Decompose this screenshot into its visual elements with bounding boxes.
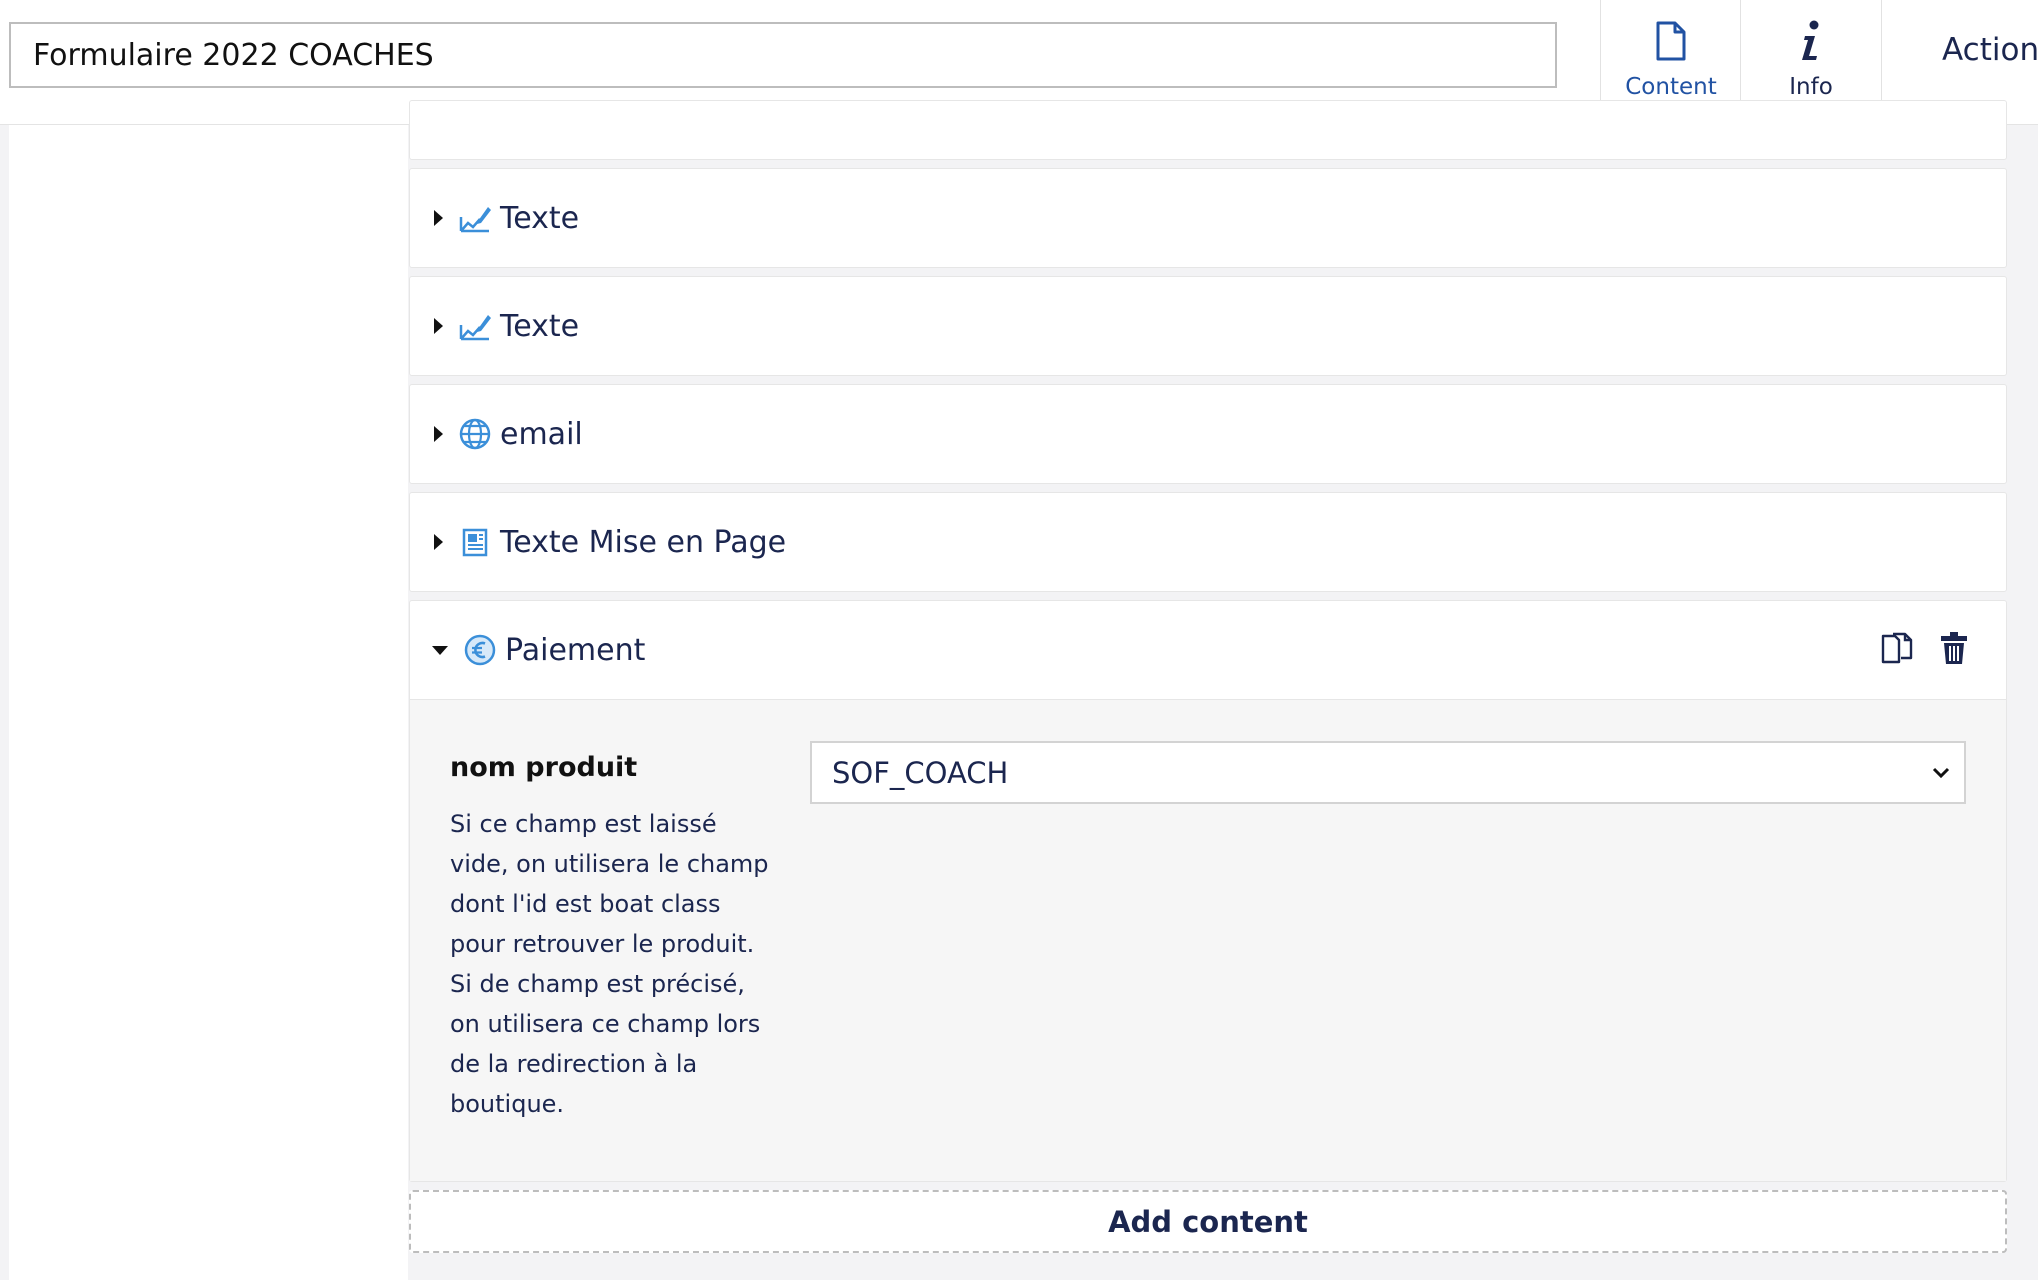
caret-down-icon[interactable]	[432, 645, 448, 655]
block-tools	[1880, 601, 1968, 699]
property-description: Si ce champ est laissé vide, on utiliser…	[450, 810, 769, 1118]
copy-icon[interactable]	[1880, 631, 1914, 669]
product-select[interactable]: SOF_COACH	[810, 741, 1966, 804]
content-block-expanded[interactable]: Paiement nom produit Si ce champ est lai…	[409, 600, 2007, 1182]
block-header[interactable]: Texte Mise en Page	[410, 493, 2006, 591]
block-title: Texte	[500, 200, 580, 236]
block-title: Texte	[500, 308, 580, 344]
block-title: Paiement	[505, 632, 646, 668]
content-block[interactable]: email	[409, 384, 2007, 484]
actions-menu[interactable]: Actions	[1942, 32, 2038, 68]
block-header[interactable]: Texte	[410, 169, 2006, 267]
left-panel	[9, 125, 408, 1280]
layout-icon	[458, 525, 492, 559]
block-header[interactable]: Paiement	[410, 601, 2006, 699]
document-name-input[interactable]	[9, 22, 1557, 88]
caret-right-icon[interactable]	[434, 534, 443, 550]
block-title: email	[500, 416, 583, 452]
content-block-partial	[409, 100, 2007, 160]
app-tab-content-label: Content	[1625, 74, 1717, 100]
chevron-down-icon	[1930, 761, 1952, 787]
block-title: Texte Mise en Page	[500, 524, 787, 560]
edit-icon	[458, 201, 492, 235]
content-block[interactable]: Texte Mise en Page	[409, 492, 2007, 592]
document-icon	[1656, 18, 1686, 64]
product-select-value: SOF_COACH	[832, 755, 1009, 790]
block-header[interactable]: email	[410, 385, 2006, 483]
property-label: nom produit	[450, 752, 638, 783]
app-tab-info-label: Info	[1789, 74, 1833, 100]
block-header[interactable]: Texte	[410, 277, 2006, 375]
edit-icon	[458, 309, 492, 343]
add-content-button[interactable]: Add content	[409, 1190, 2007, 1253]
content-block[interactable]: Texte	[409, 276, 2007, 376]
block-properties: nom produit Si ce champ est laissé vide,…	[410, 699, 2006, 1181]
caret-right-icon[interactable]	[434, 210, 443, 226]
caret-right-icon[interactable]	[434, 426, 443, 442]
caret-right-icon[interactable]	[434, 318, 443, 334]
info-icon	[1799, 18, 1823, 64]
globe-icon	[458, 417, 492, 451]
trash-icon[interactable]	[1940, 631, 1968, 669]
euro-icon	[463, 633, 497, 667]
content-block[interactable]: Texte	[409, 168, 2007, 268]
